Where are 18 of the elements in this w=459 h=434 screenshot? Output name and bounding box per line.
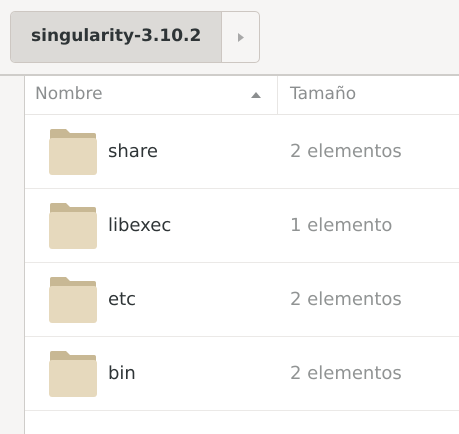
folder-name: bin [108,362,136,386]
folder-row[interactable]: libexec 1 elemento [25,189,459,263]
folder-name: libexec [108,214,172,238]
folder-size: 2 elementos [290,140,402,164]
folder-size: 1 elemento [290,214,392,238]
folder-name: etc [108,288,136,312]
folder-size: 2 elementos [290,288,402,312]
path-segment[interactable]: singularity-3.10.2 [11,12,222,62]
folder-icon [48,276,98,322]
folder-row[interactable]: bin 2 elementos [25,337,459,411]
folder-row[interactable]: share 2 elementos [25,115,459,189]
folder-icon [48,128,98,174]
arrow-right-icon [238,32,244,42]
folder-size: 2 elementos [290,362,402,386]
folder-name: share [108,140,158,164]
folder-row[interactable]: etc 2 elementos [25,263,459,337]
folder-icon [48,350,98,396]
folder-icon [48,202,98,248]
